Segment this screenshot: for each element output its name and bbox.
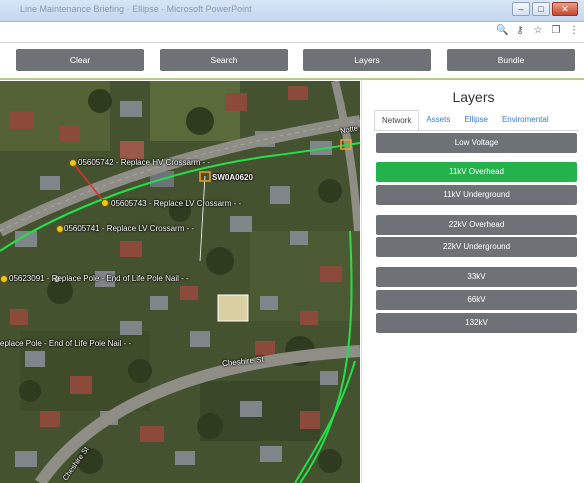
window-titlebar: Line Maintenance Briefing · Ellipse · Mi… (0, 0, 584, 22)
extension-icon[interactable]: ❐ (550, 25, 562, 36)
map-label-asset[interactable]: 05623091 - Replace Pole - End of Life Po… (9, 274, 189, 283)
menu-icon[interactable]: ⋮ (568, 25, 580, 36)
window-controls: – □ ✕ (512, 2, 578, 16)
map-label-asset[interactable]: 05605743 - Replace LV Crossarm - - (111, 199, 241, 208)
layer-22kv-overhead-button[interactable]: 22kV Overhead (376, 215, 577, 235)
star-icon[interactable]: ☆ (532, 25, 544, 36)
satellite-map[interactable]: 05605742 - Replace HV Crossarm - - SW0A0… (0, 81, 360, 483)
layer-33kv-button[interactable]: 33kV (376, 267, 577, 287)
layer-132kv-button[interactable]: 132kV (376, 313, 577, 333)
tab-network[interactable]: Network (374, 110, 420, 131)
layers-button[interactable]: Layers (303, 49, 431, 71)
map-label-switch[interactable]: SW0A0620 (212, 173, 253, 182)
tab-assets[interactable]: Assets (419, 110, 457, 131)
tab-divider (374, 130, 579, 131)
layers-panel: Layers Network Assets Ellipse Enviroment… (361, 81, 584, 483)
url-field[interactable] (0, 24, 515, 41)
layer-tabs: Network Assets Ellipse Enviromental (374, 110, 556, 131)
layer-11kv-underground-button[interactable]: 11kV Underground (376, 185, 577, 205)
search-button[interactable]: Search (160, 49, 288, 71)
layer-66kv-button[interactable]: 66kV (376, 290, 577, 310)
close-button[interactable]: ✕ (552, 2, 578, 16)
window-title: Line Maintenance Briefing · Ellipse · Mi… (20, 4, 252, 14)
map-label-asset[interactable]: eplace Pole - End of Life Pole Nail - - (0, 339, 131, 348)
tab-ellipse[interactable]: Ellipse (457, 110, 495, 131)
map-toolbar: Clear Search Layers Bundle (0, 44, 584, 80)
layer-22kv-underground-button[interactable]: 22kV Underground (376, 237, 577, 257)
clear-button[interactable]: Clear (16, 49, 144, 71)
maximize-button[interactable]: □ (532, 2, 550, 16)
bundle-button[interactable]: Bundle (447, 49, 575, 71)
map-label-asset[interactable]: 05605742 - Replace HV Crossarm - - (78, 158, 210, 167)
tab-enviromental[interactable]: Enviromental (495, 110, 556, 131)
zoom-icon[interactable]: 🔍 (496, 25, 508, 36)
minimize-button[interactable]: – (512, 2, 530, 16)
key-icon[interactable]: ⚷ (514, 25, 526, 36)
layer-11kv-overhead-button[interactable]: 11kV Overhead (376, 162, 577, 182)
layer-low-voltage-button[interactable]: Low Voltage (376, 133, 577, 153)
map-label-asset[interactable]: 05605741 - Replace LV Crossarm - - (64, 224, 194, 233)
panel-title: Layers (452, 89, 495, 105)
address-bar-icons: 🔍 ⚷ ☆ ❐ ⋮ (496, 25, 580, 36)
address-bar: 🔍 ⚷ ☆ ❐ ⋮ (0, 22, 584, 43)
